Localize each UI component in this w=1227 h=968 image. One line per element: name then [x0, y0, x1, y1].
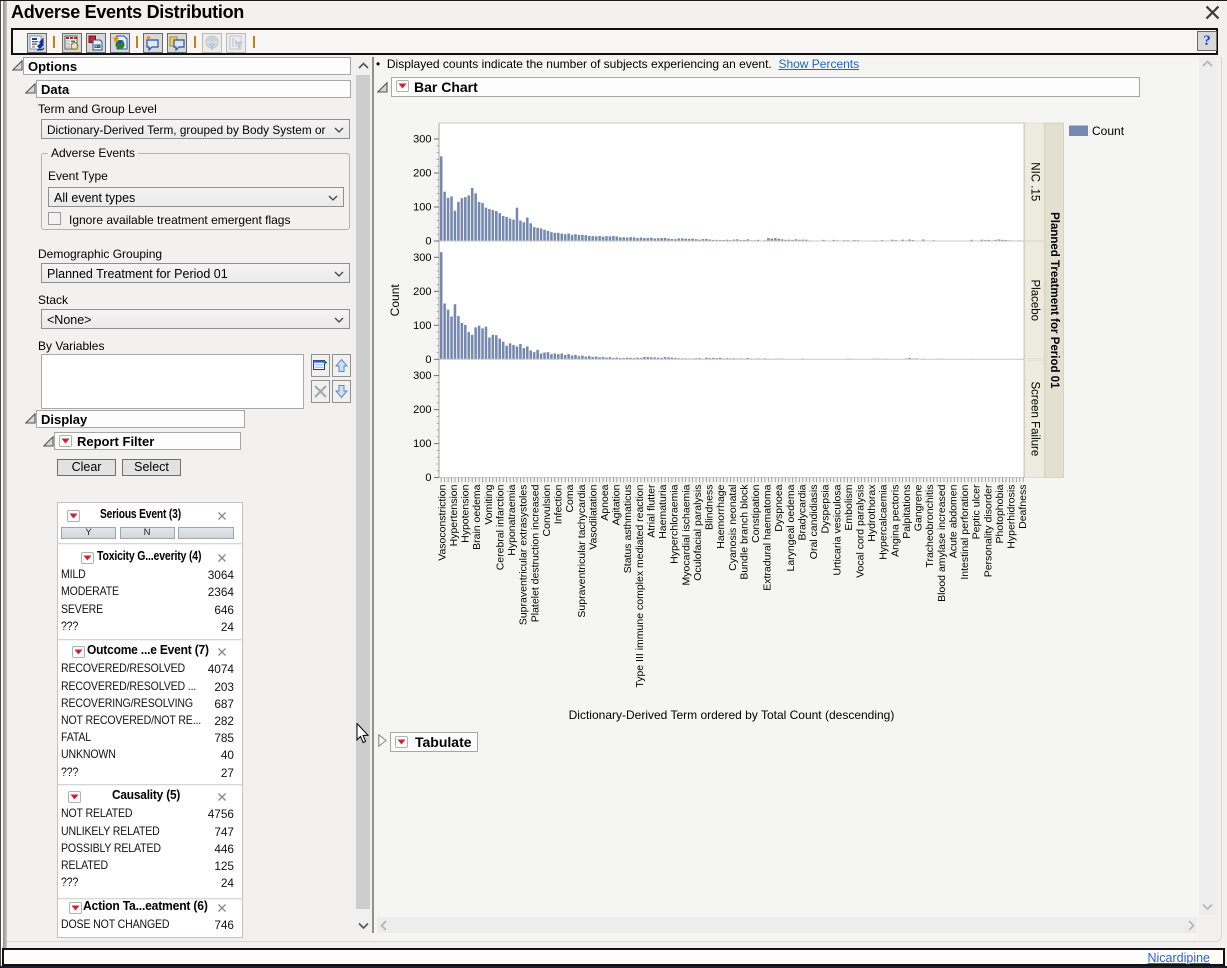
- svg-text:Hyperhidrosis: Hyperhidrosis: [1005, 485, 1017, 549]
- svg-text:100: 100: [413, 438, 431, 450]
- svg-text:Hypertension: Hypertension: [448, 484, 460, 546]
- svg-text:Constipation: Constipation: [750, 484, 762, 543]
- svg-text:300: 300: [413, 134, 431, 146]
- svg-text:Dyspnoea: Dyspnoea: [773, 484, 785, 531]
- svg-text:Coma: Coma: [564, 484, 576, 512]
- svg-text:Vomiting: Vomiting: [483, 484, 495, 524]
- svg-text:Dictionary-Derived Term ordere: Dictionary-Derived Term ordered by Total…: [569, 708, 895, 722]
- svg-text:Hypercalcaemia: Hypercalcaemia: [878, 484, 890, 559]
- svg-text:0: 0: [425, 354, 431, 366]
- svg-text:Laryngeal oedema: Laryngeal oedema: [785, 484, 797, 571]
- svg-text:Count: Count: [1092, 124, 1125, 138]
- svg-text:Status asthmaticus: Status asthmaticus: [622, 485, 634, 574]
- svg-text:Agitation: Agitation: [611, 484, 623, 525]
- svg-text:100: 100: [413, 320, 431, 332]
- svg-text:Vasoconstriction: Vasoconstriction: [436, 484, 448, 560]
- svg-text:Supraventricular extrasystoles: Supraventricular extrasystoles: [518, 485, 530, 626]
- svg-text:Haemorrhage: Haemorrhage: [715, 484, 727, 548]
- svg-text:Apnoea: Apnoea: [599, 484, 611, 520]
- svg-text:Brain oedema: Brain oedema: [471, 484, 483, 550]
- svg-text:Vocal cord paralysis: Vocal cord paralysis: [855, 485, 867, 578]
- svg-text:200: 200: [413, 168, 431, 180]
- svg-text:Cerebral infarction: Cerebral infarction: [494, 484, 506, 570]
- svg-text:Palpitations: Palpitations: [901, 485, 913, 539]
- svg-text:0: 0: [425, 472, 431, 484]
- svg-text:Haematuria: Haematuria: [657, 484, 669, 538]
- svg-text:Oculofacial paralysis: Oculofacial paralysis: [692, 485, 704, 581]
- svg-text:Gangrene: Gangrene: [913, 484, 925, 531]
- svg-text:NIC .15: NIC .15: [1028, 162, 1040, 201]
- svg-text:Placebo: Placebo: [1028, 280, 1040, 322]
- svg-text:Angina pectoris: Angina pectoris: [889, 485, 901, 557]
- svg-text:Tracheobronchitis: Tracheobronchitis: [924, 485, 936, 568]
- svg-text:Count: Count: [388, 284, 402, 317]
- svg-text:Blindness: Blindness: [704, 485, 716, 531]
- svg-text:Hydrothorax: Hydrothorax: [866, 484, 878, 542]
- svg-text:Cyanosis neonatal: Cyanosis neonatal: [727, 485, 739, 571]
- svg-text:Peptic ulcer: Peptic ulcer: [971, 484, 983, 539]
- svg-text:Photophobia: Photophobia: [994, 484, 1006, 543]
- svg-text:0: 0: [425, 236, 431, 248]
- svg-text:Intestinal perforation: Intestinal perforation: [959, 484, 971, 579]
- svg-text:Planned Treatment for Period 0: Planned Treatment for Period 01: [1048, 212, 1060, 389]
- svg-text:Infection: Infection: [553, 484, 565, 524]
- svg-text:300: 300: [413, 252, 431, 264]
- svg-text:Oral candidiasis: Oral candidiasis: [808, 485, 820, 560]
- svg-text:Blood amylase increased: Blood amylase increased: [936, 484, 948, 601]
- svg-text:Screen Failure: Screen Failure: [1028, 382, 1040, 457]
- svg-text:Bundle branch block: Bundle branch block: [738, 484, 750, 580]
- svg-text:Deafness: Deafness: [1017, 485, 1029, 529]
- svg-text:Personality disorder: Personality disorder: [982, 484, 994, 577]
- svg-text:Bradycardia: Bradycardia: [796, 484, 808, 540]
- svg-text:Embolism: Embolism: [843, 484, 855, 530]
- svg-text:Acute abdomen: Acute abdomen: [947, 484, 959, 558]
- svg-text:Platelet destruction increased: Platelet destruction increased: [529, 484, 541, 622]
- svg-text:300: 300: [413, 370, 431, 382]
- svg-text:Hypotension: Hypotension: [460, 484, 472, 543]
- svg-text:Vasodilatation: Vasodilatation: [587, 484, 599, 549]
- svg-text:100: 100: [413, 202, 431, 214]
- svg-text:Myocardial ischaemia: Myocardial ischaemia: [680, 484, 692, 585]
- svg-text:Type III immune complex mediat: Type III immune complex mediated reactio…: [634, 484, 646, 687]
- svg-text:Urticaria vesiculosa: Urticaria vesiculosa: [831, 484, 843, 575]
- svg-text:200: 200: [413, 286, 431, 298]
- svg-text:200: 200: [413, 404, 431, 416]
- svg-text:Dyspepsia: Dyspepsia: [820, 484, 832, 533]
- svg-text:Hyperchloraemia: Hyperchloraemia: [669, 484, 681, 564]
- svg-text:Hyponatraemia: Hyponatraemia: [506, 484, 518, 555]
- svg-text:Extradural haematoma: Extradural haematoma: [762, 484, 774, 590]
- svg-text:Supraventricular tachycardia: Supraventricular tachycardia: [576, 484, 588, 617]
- svg-text:Atrial flutter: Atrial flutter: [645, 484, 657, 538]
- svg-text:Convulsion: Convulsion: [541, 484, 553, 536]
